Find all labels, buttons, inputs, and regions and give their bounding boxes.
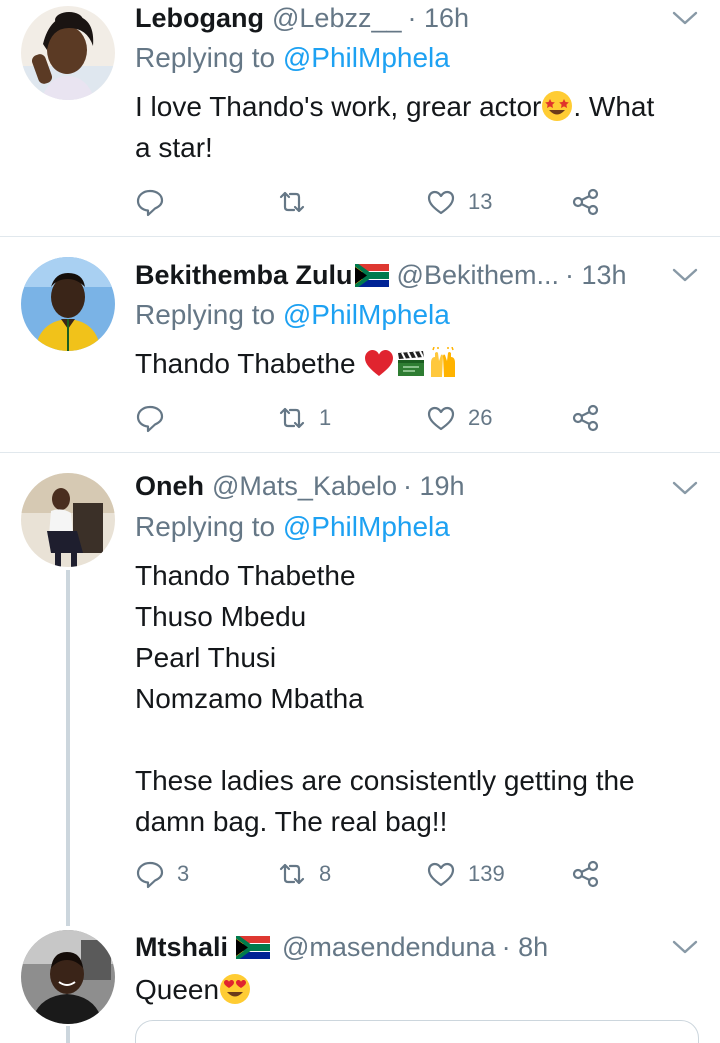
retweet-button[interactable]: [277, 185, 319, 219]
share-icon: [571, 403, 601, 433]
like-button[interactable]: 139: [426, 857, 505, 891]
reply-button[interactable]: [135, 185, 177, 219]
share-button[interactable]: [571, 857, 601, 891]
avatar[interactable]: [21, 6, 115, 100]
reply-icon: [135, 403, 165, 433]
avatar[interactable]: [21, 257, 115, 351]
chevron-down-icon[interactable]: [672, 267, 698, 283]
tweet-actions: 1 26: [135, 401, 615, 435]
tweet-oneh[interactable]: Oneh @Mats_Kabelo · 19h Replying to @Phi…: [0, 453, 720, 923]
tweet-text-line: . What: [573, 91, 655, 122]
tweet-text-line: I love Thando's work, grear actor: [135, 91, 542, 122]
replying-to: Replying to @PhilMphela: [135, 299, 450, 331]
reply-count: 3: [177, 861, 190, 886]
share-button[interactable]: [571, 185, 601, 219]
like-icon: [426, 187, 456, 217]
tweet-actions: 13: [135, 185, 615, 219]
display-name[interactable]: Bekithemba Zulu: [135, 260, 353, 291]
south-africa-flag: [236, 935, 271, 959]
reply-button[interactable]: 3: [135, 857, 189, 891]
retweet-count: 1: [319, 405, 332, 430]
south-africa-flag: [354, 263, 389, 287]
retweet-icon: [277, 403, 307, 433]
share-icon: [571, 859, 601, 889]
tweet-header: Bekithemba Zulu @Bekithem... · 13h: [135, 257, 660, 293]
replying-to-label: Replying to: [135, 511, 276, 542]
timestamp[interactable]: · 16h: [408, 3, 470, 34]
retweet-icon: [277, 187, 307, 217]
star-struck-emoji: [541, 90, 573, 122]
like-button[interactable]: 13: [426, 185, 492, 219]
reply-icon: [135, 859, 165, 889]
tweet-header: Lebogang @Lebzz__ · 16h: [135, 0, 660, 36]
quoted-tweet-card[interactable]: [135, 1020, 699, 1043]
tweet-mtshali[interactable]: Mtshali @masendenduna · 8h Queen: [0, 923, 720, 1043]
tweet-header: Mtshali @masendenduna · 8h: [135, 929, 660, 965]
tweet-text-line: Pearl Thusi: [135, 642, 277, 673]
mention-link[interactable]: @PhilMphela: [283, 299, 450, 330]
timestamp[interactable]: · 8h: [502, 932, 549, 963]
display-name[interactable]: Oneh: [135, 471, 204, 502]
tweet-text-line: Queen: [135, 974, 220, 1005]
like-icon: [426, 403, 456, 433]
avatar[interactable]: [21, 930, 115, 1024]
like-count: 26: [468, 405, 493, 430]
retweet-button[interactable]: 1: [277, 401, 331, 435]
tweet-bekithemba[interactable]: Bekithemba Zulu @Bekithem... · 13h Reply…: [0, 237, 720, 452]
timestamp[interactable]: · 19h: [403, 471, 465, 502]
mention-link[interactable]: @PhilMphela: [283, 511, 450, 542]
reply-button[interactable]: [135, 401, 177, 435]
username[interactable]: @Bekithem...: [397, 260, 559, 291]
like-icon: [426, 859, 456, 889]
reply-icon: [135, 187, 165, 217]
tweet-text-line: damn bag. The real bag!!: [135, 806, 448, 837]
replying-to-label: Replying to: [135, 299, 276, 330]
tweet-text-line: These ladies are consistently getting th…: [135, 765, 635, 796]
tweet-header: Oneh @Mats_Kabelo · 19h: [135, 468, 660, 504]
tweet-text: Thando Thabethe Thuso Mbedu Pearl Thusi …: [135, 555, 695, 842]
tweet-text-line: Thando Thabethe: [135, 560, 356, 591]
tweet-text-line: [135, 719, 695, 760]
tweet-text-line: Thuso Mbedu: [135, 601, 307, 632]
like-button[interactable]: 26: [426, 401, 492, 435]
share-icon: [571, 187, 601, 217]
tweet-text: I love Thando's work, grear actor. What …: [135, 86, 695, 168]
chevron-down-icon[interactable]: [672, 10, 698, 26]
mention-link[interactable]: @PhilMphela: [283, 42, 450, 73]
tweet-text: Thando Thabethe: [135, 343, 695, 384]
replying-to: Replying to @PhilMphela: [135, 42, 450, 74]
tweet-text: Queen: [135, 969, 695, 1010]
tweet-text-line: a star!: [135, 132, 213, 163]
retweet-button[interactable]: 8: [277, 857, 331, 891]
tweet-text-line: Thando Thabethe: [135, 348, 356, 379]
retweet-count: 8: [319, 861, 332, 886]
replying-to: Replying to @PhilMphela: [135, 511, 450, 543]
avatar[interactable]: [21, 473, 115, 567]
display-name[interactable]: Lebogang: [135, 3, 264, 34]
username[interactable]: @Mats_Kabelo: [212, 471, 397, 502]
like-count: 13: [468, 189, 493, 214]
tweet-lebogang[interactable]: Lebogang @Lebzz__ · 16h Replying to @Phi…: [0, 0, 720, 236]
tweet-actions: 3 8 139: [135, 857, 615, 891]
tweet-text-line: Nomzamo Mbatha: [135, 683, 364, 714]
chevron-down-icon[interactable]: [672, 480, 698, 496]
username[interactable]: @Lebzz__: [272, 3, 402, 34]
clapper-board-emoji: [395, 347, 427, 379]
chevron-down-icon[interactable]: [672, 939, 698, 955]
replying-to-label: Replying to: [135, 42, 276, 73]
raising-hands-emoji: [427, 347, 459, 379]
timestamp[interactable]: · 13h: [565, 260, 627, 291]
heart-eyes-emoji: [219, 973, 251, 1005]
display-name[interactable]: Mtshali: [135, 932, 228, 963]
retweet-icon: [277, 859, 307, 889]
share-button[interactable]: [571, 401, 601, 435]
username[interactable]: @masendenduna: [282, 932, 496, 963]
red-heart-emoji: [363, 347, 395, 379]
like-count: 139: [468, 861, 505, 886]
